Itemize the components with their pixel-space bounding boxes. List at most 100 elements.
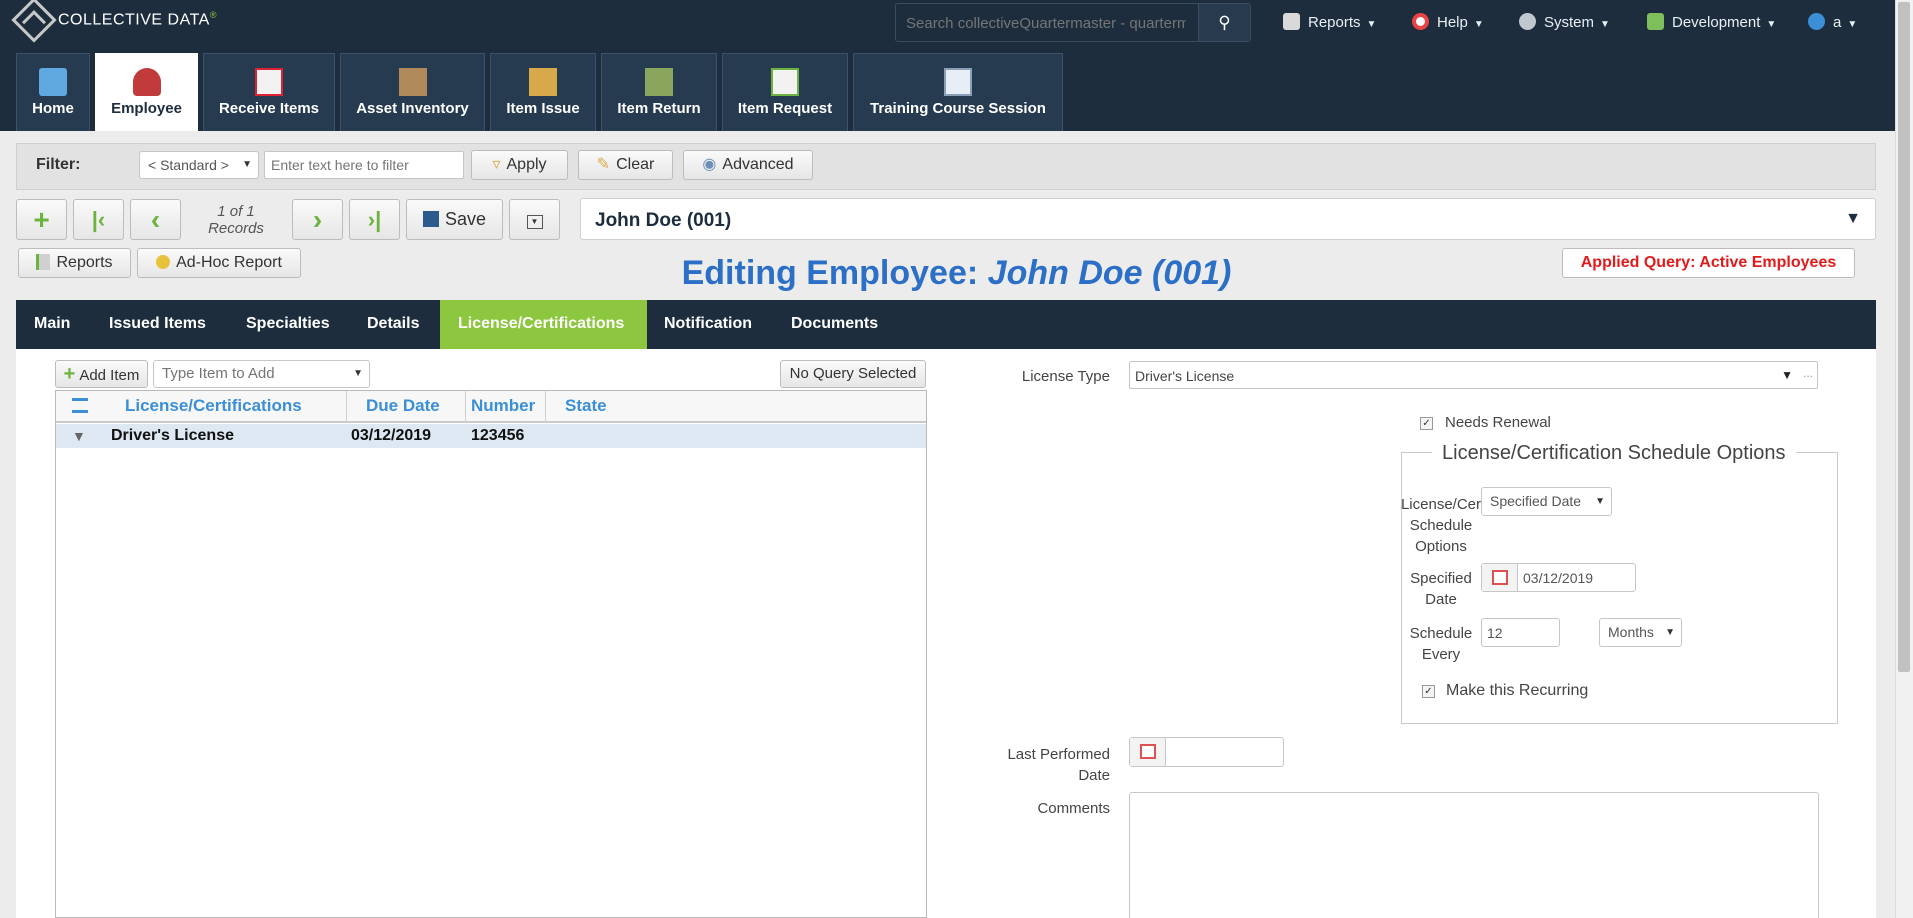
schedule-options-select[interactable]: Specified Date ▼: [1481, 487, 1612, 516]
schedule-every-label: Schedule Every: [1409, 625, 1473, 663]
expand-row-icon[interactable]: ▼: [72, 428, 86, 444]
chevron-left-icon: ‹: [150, 204, 161, 235]
item-type-select[interactable]: ▼: [153, 360, 370, 388]
chevron-down-icon: ▼: [1781, 368, 1793, 382]
recurring-checkbox[interactable]: ✓: [1422, 685, 1435, 698]
column-divider: [545, 391, 546, 423]
tab-details[interactable]: Details: [349, 300, 437, 349]
comments-label: Comments: [1037, 800, 1110, 817]
clear-filter-button[interactable]: ✎ Clear: [578, 150, 673, 180]
add-item-button[interactable]: + Add Item: [55, 360, 148, 388]
filter-text-input[interactable]: [264, 151, 464, 179]
row-due-date: 03/12/2019: [351, 427, 432, 444]
last-record-button[interactable]: ›|: [349, 199, 400, 240]
comments-textarea[interactable]: [1129, 792, 1819, 918]
globe-user-icon: [1808, 13, 1825, 30]
needs-renewal-label: Needs Renewal: [1445, 414, 1551, 431]
license-type-select[interactable]: Driver's License ▼...: [1129, 361, 1818, 389]
record-select[interactable]: John Doe (001) ▼: [580, 198, 1876, 240]
chevron-down-icon: ▼: [1845, 210, 1861, 227]
plus-icon: +: [63, 363, 76, 385]
item-return-icon: [645, 68, 673, 96]
add-record-button[interactable]: +: [16, 199, 67, 240]
broom-icon: ✎: [596, 156, 611, 173]
development-icon: [1647, 13, 1664, 30]
tab-main[interactable]: Main: [16, 300, 88, 349]
column-header-number[interactable]: Number: [471, 396, 535, 416]
top-menu-help[interactable]: Help ▼: [1412, 13, 1484, 31]
no-query-selected-button[interactable]: No Query Selected: [780, 360, 926, 388]
tab-notification[interactable]: Notification: [646, 300, 770, 349]
schedule-every-input[interactable]: 12: [1481, 618, 1560, 647]
nav-tab-employee[interactable]: Employee: [95, 53, 198, 131]
calendar-icon: [1140, 744, 1156, 759]
save-button[interactable]: Save: [406, 199, 503, 240]
top-menu-user[interactable]: a ▼: [1808, 13, 1857, 31]
schedule-options-legend: License/Certification Schedule Options: [1432, 442, 1796, 465]
scrollbar-thumb[interactable]: [1898, 2, 1910, 672]
global-search: ⚲: [895, 3, 1251, 42]
advanced-filter-button[interactable]: ◉ Advanced: [683, 150, 813, 180]
column-header-license[interactable]: License/Certifications: [125, 396, 302, 416]
column-divider: [346, 391, 347, 423]
schedule-unit-select[interactable]: Months ▼: [1599, 618, 1682, 647]
tab-license-certifications[interactable]: License/Certifications: [440, 300, 647, 349]
last-performed-date-label: Last Performed Date: [1007, 746, 1110, 784]
filter-preset-select[interactable]: < Standard > ▼: [139, 151, 259, 179]
item-type-input[interactable]: [162, 361, 342, 385]
asset-inventory-icon: [398, 68, 427, 96]
tab-documents[interactable]: Documents: [773, 300, 896, 349]
needs-renewal-checkbox[interactable]: ✓: [1420, 417, 1433, 430]
chevron-down-icon: ▼: [353, 368, 363, 379]
row-license: Driver's License: [111, 427, 234, 444]
top-menu-system[interactable]: System ▼: [1519, 13, 1610, 31]
nav-tab-item-return[interactable]: Item Return: [601, 53, 717, 131]
employee-icon: [132, 68, 161, 96]
more-options-icon: ...: [1802, 366, 1813, 380]
reports-icon: [1283, 13, 1300, 30]
record-menu-button[interactable]: ▼: [509, 199, 560, 240]
floppy-disk-icon: [422, 211, 439, 227]
nav-tab-receive-items[interactable]: Receive Items: [203, 53, 335, 131]
applied-query-button[interactable]: Applied Query: Active Employees: [1562, 248, 1855, 278]
nav-tab-item-request[interactable]: Item Request: [722, 53, 848, 131]
column-chooser-icon[interactable]: [72, 398, 88, 413]
last-icon: ›|: [367, 207, 382, 232]
nav-tab-home[interactable]: Home: [16, 53, 90, 131]
home-icon: [39, 68, 67, 96]
first-icon: |‹: [91, 207, 106, 232]
tab-issued-items[interactable]: Issued Items: [91, 300, 224, 349]
apply-filter-button[interactable]: ▿ Apply: [471, 150, 568, 180]
advanced-icon: ◉: [702, 156, 717, 173]
license-type-label: License Type: [1021, 368, 1110, 385]
nav-tab-item-issue[interactable]: Item Issue: [490, 53, 596, 131]
search-button[interactable]: ⚲: [1198, 4, 1250, 41]
chevron-down-icon: ▼: [1473, 19, 1484, 30]
previous-record-button[interactable]: ‹: [130, 199, 181, 240]
calendar-button[interactable]: [1482, 564, 1518, 591]
column-header-due-date[interactable]: Due Date: [366, 396, 440, 416]
column-divider: [465, 391, 466, 423]
top-menu-reports[interactable]: Reports ▼: [1283, 13, 1376, 31]
dropdown-box-icon: ▼: [526, 215, 543, 229]
last-performed-date-field[interactable]: [1129, 737, 1284, 767]
next-record-button[interactable]: ›: [292, 199, 343, 240]
chevron-down-icon: ▼: [1600, 19, 1610, 30]
specified-date-field[interactable]: 03/12/2019: [1481, 563, 1636, 592]
nav-tab-asset-inventory[interactable]: Asset Inventory: [340, 53, 485, 131]
first-record-button[interactable]: |‹: [73, 199, 124, 240]
search-input[interactable]: [906, 15, 1186, 32]
receive-items-icon: [255, 68, 283, 96]
item-issue-icon: [529, 68, 557, 96]
gear-icon: [1519, 13, 1536, 30]
chevron-down-icon: ▼: [1766, 19, 1777, 30]
nav-tab-training-course-session[interactable]: Training Course Session: [853, 53, 1063, 131]
tab-specialties[interactable]: Specialties: [228, 300, 348, 349]
calendar-button[interactable]: [1130, 738, 1166, 766]
filter-label: Filter:: [36, 156, 81, 173]
column-header-state[interactable]: State: [565, 396, 607, 416]
training-course-icon: [944, 68, 972, 96]
brand-name[interactable]: COLLECTIVE DATA®: [58, 10, 217, 29]
chevron-down-icon: ▼: [1366, 19, 1377, 30]
top-menu-development[interactable]: Development ▼: [1647, 13, 1776, 31]
